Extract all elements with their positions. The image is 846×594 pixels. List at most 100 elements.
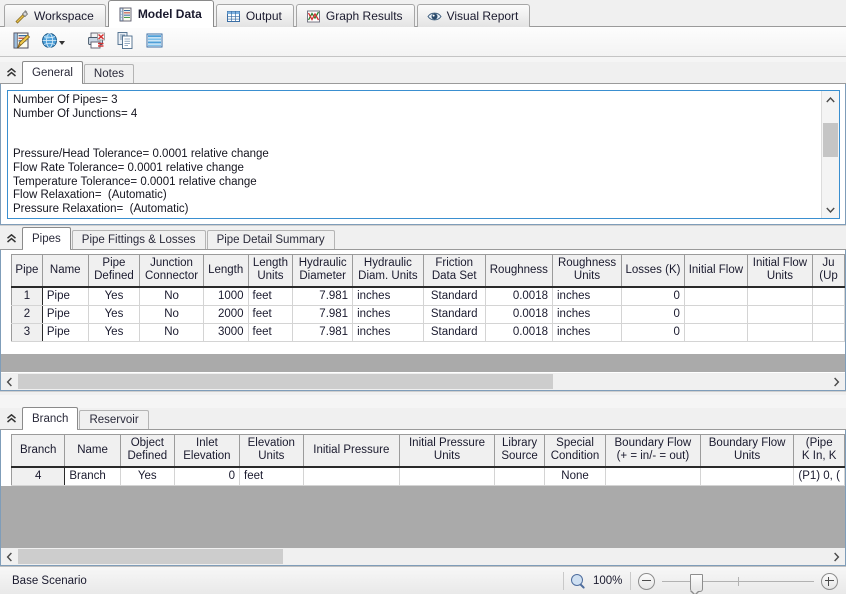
column-header[interactable]: HydraulicDiameter	[293, 255, 353, 287]
column-header[interactable]: Boundary FlowUnits	[700, 435, 793, 467]
table-cell[interactable]: inches	[353, 305, 424, 323]
table-cell[interactable]: feet	[248, 287, 293, 306]
table-cell[interactable]: No	[140, 323, 204, 341]
table-cell[interactable]	[684, 323, 747, 341]
column-header[interactable]: Boundary Flow(+ = in/- = out)	[605, 435, 700, 467]
table-cell[interactable]: feet	[248, 323, 293, 341]
table-cell[interactable]: Yes	[88, 287, 140, 306]
table-cell[interactable]: None	[545, 467, 606, 486]
table-row[interactable]: 3PipeYesNo3000feet7.981inchesStandard0.0…	[12, 323, 845, 341]
column-header[interactable]: SpecialCondition	[545, 435, 606, 467]
tab-reservoir[interactable]: Reservoir	[79, 410, 148, 429]
copy-button[interactable]	[112, 29, 138, 55]
column-header[interactable]: LibrarySource	[494, 435, 544, 467]
general-vertical-scrollbar[interactable]	[821, 91, 839, 218]
branch-table[interactable]: BranchNameObjectDefinedInletElevationEle…	[11, 434, 845, 486]
column-header[interactable]: Pipe	[12, 255, 43, 287]
table-cell[interactable]: inches	[553, 287, 622, 306]
table-cell[interactable]: 7.981	[293, 305, 353, 323]
branch-scroll-track[interactable]	[18, 548, 828, 565]
scroll-up-arrow-icon[interactable]	[822, 91, 839, 108]
pipes-scroll-track[interactable]	[18, 373, 828, 390]
print-button[interactable]	[83, 29, 109, 55]
table-cell[interactable]: 0	[622, 305, 685, 323]
table-cell[interactable]	[700, 467, 793, 486]
column-header[interactable]: Branch	[12, 435, 65, 467]
table-cell[interactable]: 0	[622, 323, 685, 341]
table-row[interactable]: 4BranchYes0feetNone(P1) 0, (	[12, 467, 845, 486]
table-cell[interactable]: 0	[174, 467, 239, 486]
column-header[interactable]: Length	[203, 255, 248, 287]
tab-output[interactable]: Output	[216, 4, 294, 27]
row-index-cell[interactable]: 2	[12, 305, 43, 323]
table-cell[interactable]	[747, 305, 812, 323]
column-header[interactable]: Name	[42, 255, 88, 287]
tab-notes[interactable]: Notes	[84, 64, 134, 83]
table-row[interactable]: 1PipeYesNo1000feet7.981inchesStandard0.0…	[12, 287, 845, 306]
table-cell[interactable]: Standard	[423, 287, 485, 306]
column-header[interactable]: HydraulicDiam. Units	[353, 255, 424, 287]
table-cell[interactable]: feet	[248, 305, 293, 323]
table-cell[interactable]	[813, 305, 845, 323]
pipes-table[interactable]: PipeNamePipeDefinedJunctionConnectorLeng…	[11, 254, 845, 342]
table-cell[interactable]	[684, 287, 747, 306]
pipes-collapse-button[interactable]	[0, 228, 22, 249]
magnifier-icon[interactable]	[571, 574, 586, 589]
tab-general[interactable]: General	[22, 61, 83, 83]
scroll-down-arrow-icon[interactable]	[822, 201, 839, 218]
tab-model-data[interactable]: Model Data	[108, 0, 214, 27]
column-header[interactable]: Name	[65, 435, 120, 467]
table-cell[interactable]: Standard	[423, 305, 485, 323]
table-cell[interactable]: Branch	[65, 467, 120, 486]
tab-workspace[interactable]: Workspace	[4, 4, 106, 27]
row-index-cell[interactable]: 4	[12, 467, 65, 486]
general-textbox[interactable]: Number Of Pipes= 3 Number Of Junctions= …	[7, 90, 840, 219]
zoom-slider-thumb[interactable]	[690, 574, 703, 592]
table-cell[interactable]	[813, 287, 845, 306]
column-header[interactable]: Ju(Up	[813, 255, 845, 287]
column-header[interactable]: ElevationUnits	[240, 435, 304, 467]
column-header[interactable]: Initial FlowUnits	[747, 255, 812, 287]
table-cell[interactable]: (P1) 0, (	[794, 467, 845, 486]
table-cell[interactable]: 7.981	[293, 323, 353, 341]
pipes-scroll-left-arrow-icon[interactable]	[1, 373, 18, 390]
zoom-in-icon[interactable]	[821, 573, 838, 590]
table-cell[interactable]: inches	[553, 323, 622, 341]
table-cell[interactable]	[747, 323, 812, 341]
edit-model-data-button[interactable]	[8, 29, 34, 55]
pipes-scroll-thumb[interactable]	[18, 374, 553, 389]
table-cell[interactable]	[813, 323, 845, 341]
table-cell[interactable]	[605, 467, 700, 486]
column-header[interactable]: Initial Flow	[684, 255, 747, 287]
list-button[interactable]	[141, 29, 167, 55]
column-header[interactable]: Roughness	[485, 255, 552, 287]
pipes-horizontal-scrollbar[interactable]	[1, 373, 845, 390]
column-header[interactable]: Initial Pressure	[303, 435, 399, 467]
tab-visual-report[interactable]: Visual Report	[417, 4, 531, 27]
table-cell[interactable]: Yes	[88, 323, 140, 341]
table-cell[interactable]: Standard	[423, 323, 485, 341]
row-index-cell[interactable]: 1	[12, 287, 43, 306]
table-cell[interactable]: Yes	[120, 467, 174, 486]
table-row[interactable]: 2PipeYesNo2000feet7.981inchesStandard0.0…	[12, 305, 845, 323]
table-cell[interactable]: 0.0018	[485, 287, 552, 306]
table-cell[interactable]: 7.981	[293, 287, 353, 306]
branch-collapse-button[interactable]	[0, 408, 22, 429]
table-cell[interactable]: 0	[622, 287, 685, 306]
column-header[interactable]: LengthUnits	[248, 255, 293, 287]
tab-pipe-detail-summary[interactable]: Pipe Detail Summary	[207, 230, 335, 249]
table-cell[interactable]: 3000	[203, 323, 248, 341]
table-cell[interactable]	[684, 305, 747, 323]
column-header[interactable]: ObjectDefined	[120, 435, 174, 467]
branch-scroll-right-arrow-icon[interactable]	[828, 548, 845, 565]
pipes-scroll-right-arrow-icon[interactable]	[828, 373, 845, 390]
chevron-down-icon[interactable]	[59, 41, 65, 45]
column-header[interactable]: JunctionConnector	[140, 255, 204, 287]
table-cell[interactable]: 2000	[203, 305, 248, 323]
table-cell[interactable]: Yes	[88, 305, 140, 323]
table-cell[interactable]: No	[140, 287, 204, 306]
table-cell[interactable]: 0.0018	[485, 305, 552, 323]
branch-scroll-thumb[interactable]	[18, 549, 283, 564]
table-cell[interactable]: 1000	[203, 287, 248, 306]
zoom-out-icon[interactable]	[638, 573, 655, 590]
